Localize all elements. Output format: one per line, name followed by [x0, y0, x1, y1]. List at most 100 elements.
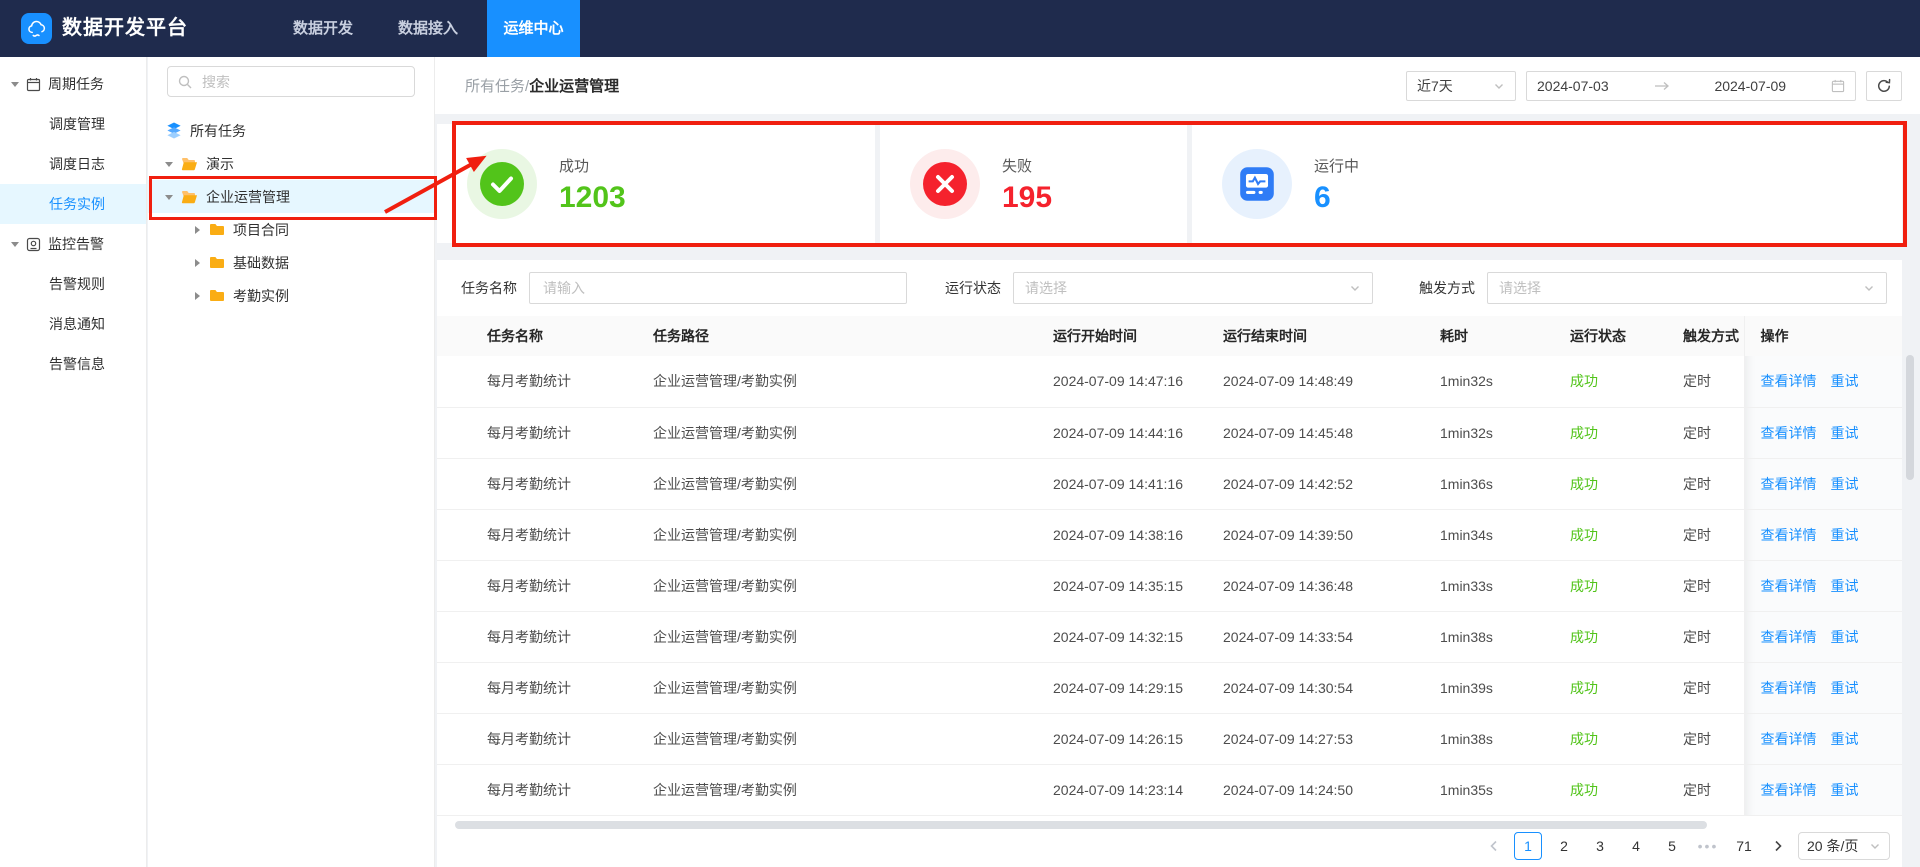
next-page-button[interactable]: [1766, 832, 1790, 860]
task-name-input[interactable]: [541, 279, 895, 297]
view-detail-link[interactable]: 查看详情: [1761, 782, 1817, 798]
app-logo: [21, 13, 52, 44]
sidebar-group-periodic-tasks[interactable]: 周期任务: [0, 64, 146, 104]
breadcrumb: 所有任务/企业运营管理: [465, 75, 619, 96]
cell-duration: 1min32s: [1424, 407, 1554, 458]
table-row: 每月考勤统计企业运营管理/考勤实例2024-07-09 14:32:152024…: [437, 611, 1902, 662]
cell-trigger: 定时: [1667, 407, 1744, 458]
cell-start: 2024-07-09 14:47:16: [1037, 356, 1207, 407]
nav-item-data-ingestion[interactable]: 数据接入: [398, 0, 458, 57]
cell-status: 成功: [1554, 560, 1667, 611]
view-detail-link[interactable]: 查看详情: [1761, 527, 1817, 543]
view-detail-link[interactable]: 查看详情: [1761, 476, 1817, 492]
retry-link[interactable]: 重试: [1831, 680, 1859, 696]
tree-search-input[interactable]: [200, 73, 404, 91]
retry-link[interactable]: 重试: [1831, 373, 1859, 389]
folder-open-icon: [181, 157, 198, 171]
cell-trigger: 定时: [1667, 560, 1744, 611]
check-circle-icon: [480, 162, 524, 206]
run-status-select[interactable]: 请选择: [1013, 272, 1373, 304]
retry-link[interactable]: 重试: [1831, 527, 1859, 543]
cell-status: 成功: [1554, 509, 1667, 560]
page-number[interactable]: 3: [1586, 832, 1614, 860]
cell-actions: 查看详情重试: [1744, 509, 1902, 560]
caret-right-icon[interactable]: [192, 258, 202, 268]
cell-status: 成功: [1554, 458, 1667, 509]
sidebar-item-schedule-logs[interactable]: 调度日志: [0, 144, 146, 184]
sidebar-item-message-notify[interactable]: 消息通知: [0, 304, 146, 344]
retry-link[interactable]: 重试: [1831, 425, 1859, 441]
tree-node[interactable]: 考勤实例: [148, 279, 434, 312]
nav-item-data-development[interactable]: 数据开发: [293, 0, 353, 57]
refresh-button[interactable]: [1866, 71, 1902, 101]
retry-link[interactable]: 重试: [1831, 476, 1859, 492]
table-row: 每月考勤统计企业运营管理/考勤实例2024-07-09 14:23:142024…: [437, 764, 1902, 815]
view-detail-link[interactable]: 查看详情: [1761, 425, 1817, 441]
col-run-status: 运行状态: [1554, 316, 1667, 356]
page-number[interactable]: 1: [1514, 832, 1542, 860]
running-icon-badge: [1222, 149, 1292, 219]
retry-link[interactable]: 重试: [1831, 578, 1859, 594]
caret-down-icon[interactable]: [164, 192, 174, 202]
caret-down-icon[interactable]: [164, 159, 174, 169]
cell-name: 每月考勤统计: [437, 356, 637, 407]
retry-link[interactable]: 重试: [1831, 629, 1859, 645]
date-start-value[interactable]: 2024-07-03: [1537, 78, 1609, 94]
cell-actions: 查看详情重试: [1744, 560, 1902, 611]
cell-path: 企业运营管理/考勤实例: [637, 509, 1037, 560]
task-name-input-box[interactable]: [529, 272, 907, 304]
page-ellipsis[interactable]: •••: [1694, 832, 1722, 860]
view-detail-link[interactable]: 查看详情: [1761, 680, 1817, 696]
stats-row: 成功 1203 失败 195 运行中 6: [437, 124, 1902, 243]
page-size-select[interactable]: 20 条/页: [1798, 832, 1890, 860]
run-status-placeholder: 请选择: [1025, 278, 1067, 298]
cell-name: 每月考勤统计: [437, 713, 637, 764]
tree-node[interactable]: 项目合同: [148, 213, 434, 246]
tree-node-all-tasks[interactable]: 所有任务: [148, 114, 434, 147]
caret-down-icon: [10, 79, 20, 89]
page-number[interactable]: 2: [1550, 832, 1578, 860]
cell-start: 2024-07-09 14:29:15: [1037, 662, 1207, 713]
pagination: 12345 ••• 71 20 条/页: [1482, 830, 1890, 862]
retry-link[interactable]: 重试: [1831, 782, 1859, 798]
caret-right-icon[interactable]: [192, 225, 202, 235]
date-range-picker[interactable]: 2024-07-03 2024-07-09: [1526, 71, 1856, 101]
cell-trigger: 定时: [1667, 356, 1744, 407]
table-row: 每月考勤统计企业运营管理/考勤实例2024-07-09 14:29:152024…: [437, 662, 1902, 713]
table-row: 每月考勤统计企业运营管理/考勤实例2024-07-09 14:35:152024…: [437, 560, 1902, 611]
sidebar-group-monitoring-alerts[interactable]: 监控告警: [0, 224, 146, 264]
cell-path: 企业运营管理/考勤实例: [637, 662, 1037, 713]
trigger-type-select[interactable]: 请选择: [1487, 272, 1887, 304]
sidebar-item-task-instances[interactable]: 任务实例: [0, 184, 146, 224]
caret-right-icon[interactable]: [192, 291, 202, 301]
horizontal-scrollbar-thumb[interactable]: [455, 821, 1707, 829]
calendar-icon: [1831, 79, 1845, 93]
chevron-down-icon: [1493, 80, 1505, 92]
time-preset-select[interactable]: 近7天: [1406, 71, 1516, 101]
view-detail-link[interactable]: 查看详情: [1761, 629, 1817, 645]
tree-node[interactable]: 基础数据: [148, 246, 434, 279]
breadcrumb-root[interactable]: 所有任务/: [465, 78, 529, 95]
monitor-icon: [26, 237, 41, 252]
nav-item-ops-center[interactable]: 运维中心: [487, 0, 580, 57]
page-number[interactable]: 5: [1658, 832, 1686, 860]
view-detail-link[interactable]: 查看详情: [1761, 578, 1817, 594]
page-number[interactable]: 4: [1622, 832, 1650, 860]
retry-link[interactable]: 重试: [1831, 731, 1859, 747]
date-end-value[interactable]: 2024-07-09: [1714, 78, 1786, 94]
sidebar-item-schedule-management[interactable]: 调度管理: [0, 104, 146, 144]
sidebar-item-alert-rules[interactable]: 告警规则: [0, 264, 146, 304]
view-detail-link[interactable]: 查看详情: [1761, 731, 1817, 747]
prev-page-button[interactable]: [1482, 832, 1506, 860]
tree-node[interactable]: 企业运营管理: [148, 180, 434, 213]
main-content: 所有任务/企业运营管理 近7天 2024-07-03 2024-07-09: [435, 57, 1920, 867]
vertical-scrollbar-thumb[interactable]: [1906, 355, 1914, 480]
cell-start: 2024-07-09 14:32:15: [1037, 611, 1207, 662]
view-detail-link[interactable]: 查看详情: [1761, 373, 1817, 389]
table-header-row: 任务名称 任务路径 运行开始时间 运行结束时间 耗时 运行状态 触发方式 操作: [437, 316, 1902, 356]
stat-card-success: 成功 1203: [437, 124, 875, 243]
tree-search-box[interactable]: [167, 66, 415, 97]
page-number[interactable]: 71: [1730, 832, 1758, 860]
sidebar-item-alert-info[interactable]: 告警信息: [0, 344, 146, 384]
tree-node[interactable]: 演示: [148, 147, 434, 180]
